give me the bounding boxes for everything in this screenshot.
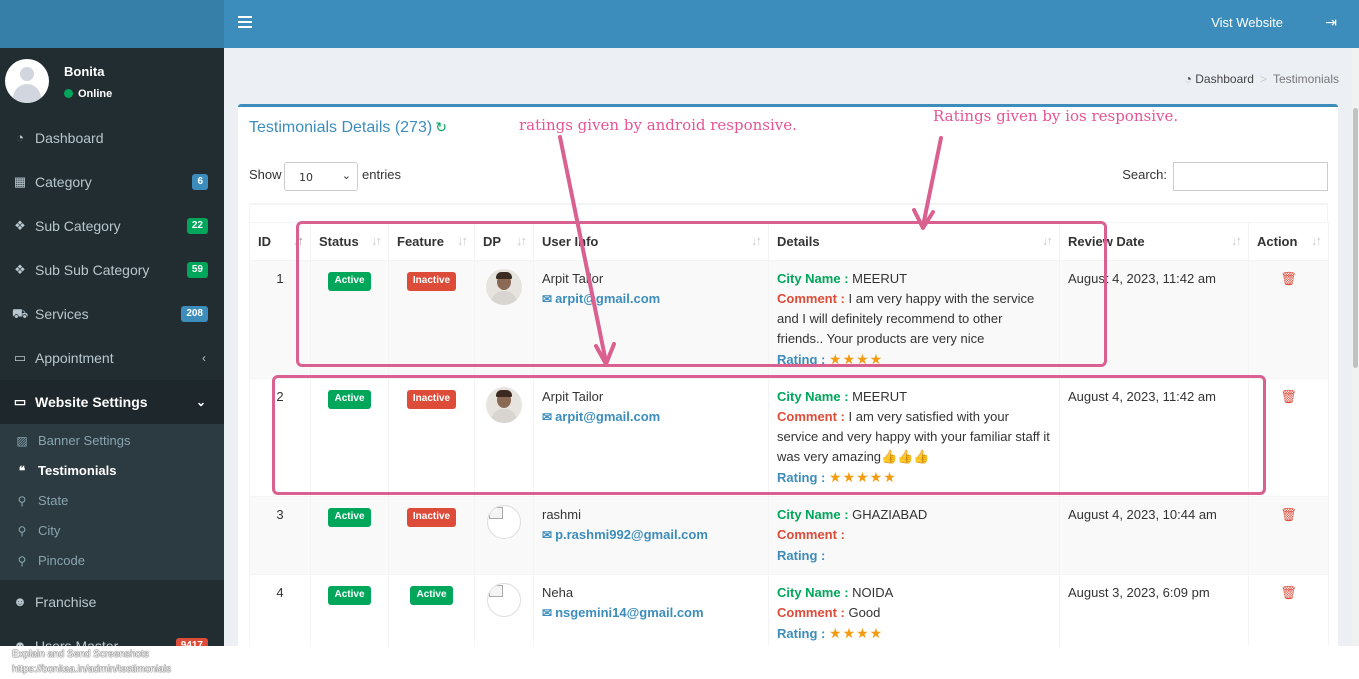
table-row: 3 Active Inactive rashmi ✉ p.rashmi992@gma… <box>249 496 1329 575</box>
laptop-icon: ▭ <box>13 394 27 409</box>
chevron-left-icon: ‹ <box>202 351 206 365</box>
website-settings-submenu: ▨ Banner Settings ❝ Testimonials ⚲ State ⚲ C… <box>0 424 224 580</box>
row-id: 4 <box>249 574 311 646</box>
visit-website-link[interactable]: Vist Website <box>1211 15 1283 30</box>
sidebar-item-users-master[interactable]: ☻ Users Master 9417 <box>0 624 224 646</box>
annotation-highlight-box-row-2 <box>272 375 1266 495</box>
submenu-item-banner-settings[interactable]: ▨ Banner Settings <box>0 426 224 456</box>
search-label: Search: <box>1122 167 1167 182</box>
show-label: Show <box>249 167 282 182</box>
review-date: August 3, 2023, 6:09 pm <box>1059 574 1249 646</box>
user-panel: Bonita Online <box>0 48 224 116</box>
page-scrollbar[interactable] <box>1352 48 1359 646</box>
sidebar-item-appointment[interactable]: ▭ Appointment ‹ <box>0 336 224 380</box>
annotation-highlight-box-row-1 <box>296 221 1107 367</box>
broken-image-icon <box>487 505 521 539</box>
map-marker-icon: ⚲ <box>17 494 27 508</box>
sub-category-count-badge: 22 <box>186 218 208 234</box>
submenu-item-city[interactable]: ⚲ City <box>0 516 224 546</box>
admin-app: Vist Website ⇥ Bonita Online ◔ Dashboard … <box>0 0 1359 646</box>
services-count-badge: 208 <box>181 306 208 322</box>
sub-sub-category-count-badge: 59 <box>186 262 208 278</box>
search-input[interactable] <box>1173 162 1328 191</box>
users-count-badge: 9417 <box>175 638 208 646</box>
submenu-item-testimonials[interactable]: ❝ Testimonials <box>0 456 224 486</box>
logo-area <box>0 0 224 48</box>
quote-icon: ❝ <box>18 464 26 478</box>
status-badge[interactable]: Active <box>328 586 371 605</box>
footer-caption: Explain and Send Screenshots <box>12 649 149 660</box>
top-navbar: Vist Website ⇥ <box>224 0 1359 48</box>
chevron-down-icon: ⌄ <box>195 395 206 409</box>
sidebar-item-sub-category[interactable]: ❖ Sub Category 22 <box>0 204 224 248</box>
map-marker-icon: ⚲ <box>17 554 27 568</box>
cart-icon: ⛟ <box>11 306 29 321</box>
sidebar-item-franchise[interactable]: ☻ Franchise <box>0 580 224 624</box>
sort-icon: ↓↑ <box>1231 233 1242 248</box>
column-header-action[interactable]: Action ↓↑ <box>1248 222 1329 261</box>
review-date: August 4, 2023, 10:44 am <box>1059 496 1249 575</box>
sort-icon: ↓↑ <box>1311 233 1322 248</box>
sidebar-item-services[interactable]: ⛟ Services 208 <box>0 292 224 336</box>
envelope-icon: ✉ <box>542 606 553 620</box>
laptop-icon: ▭ <box>13 350 27 365</box>
entries-label: entries <box>362 167 402 182</box>
sign-out-icon[interactable]: ⇥ <box>1325 15 1337 31</box>
delete-icon[interactable]: 🗑 <box>1280 271 1297 286</box>
delete-icon[interactable]: 🗑 <box>1280 389 1297 404</box>
delete-icon[interactable]: 🗑 <box>1280 585 1297 600</box>
sidebar-item-dashboard[interactable]: ◔ Dashboard <box>0 116 224 160</box>
user-name: Bonita <box>64 64 105 79</box>
sidebar-item-sub-sub-category[interactable]: ❖ Sub Sub Category 59 <box>0 248 224 292</box>
breadcrumb-home-link[interactable]: Dashboard <box>1195 72 1254 86</box>
dashboard-icon: ◔ <box>1184 72 1196 86</box>
city-value: NOIDA <box>852 585 894 600</box>
category-count-badge: 6 <box>192 174 208 190</box>
footer-url: https://bonitaa.in/admin/testimonials <box>12 664 171 675</box>
map-marker-icon: ⚲ <box>17 524 27 538</box>
online-dot-icon <box>64 89 73 98</box>
broken-image-icon <box>487 583 521 617</box>
sidebar-item-website-settings[interactable]: ▭ Website Settings ⌄ <box>0 380 224 424</box>
grid-icon: ▦ <box>13 174 27 189</box>
breadcrumb: ◔ Dashboard > Testimonials <box>1184 72 1339 86</box>
user-name: Neha <box>542 585 574 600</box>
delete-icon[interactable]: 🗑 <box>1280 507 1297 522</box>
user-email: ✉ nsgemini14@gmail.com <box>542 605 704 620</box>
comment-value: Good <box>848 605 881 620</box>
entries-select[interactable]: 10 ⌄ <box>284 162 358 191</box>
menu-toggle-icon[interactable] <box>238 16 252 30</box>
cubes-icon: ❖ <box>14 262 26 277</box>
image-icon: ▨ <box>16 434 28 448</box>
annotation-android: ratings given by android responsive. <box>519 116 797 134</box>
footer: Explain and Send Screenshots https://bon… <box>0 646 1359 679</box>
cubes-icon: ❖ <box>14 218 26 233</box>
breadcrumb-current: Testimonials <box>1272 72 1339 86</box>
chevron-down-icon: ⌄ <box>341 169 351 182</box>
feature-badge[interactable]: Inactive <box>406 508 457 527</box>
row-id: 3 <box>249 496 311 575</box>
refresh-icon[interactable]: ↻ <box>435 119 447 135</box>
city-value: GHAZIABAD <box>852 507 928 522</box>
envelope-icon: ✉ <box>542 528 553 542</box>
table-row: 4 Active Active Neha ✉ nsgemini14@gmail.co… <box>249 574 1329 646</box>
user-name: rashmi <box>542 507 582 522</box>
submenu-item-state[interactable]: ⚲ State <box>0 486 224 516</box>
users-icon: ☻ <box>13 594 27 609</box>
rating-stars: ★★★★ <box>829 625 884 641</box>
page-title: Testimonials Details (273) ↻ <box>249 119 447 136</box>
annotation-ios: Ratings given by ios responsive. <box>931 107 1181 125</box>
status-badge[interactable]: Active <box>328 508 371 527</box>
user-email: ✉ p.rashmi992@gmail.com <box>542 527 708 542</box>
avatar <box>5 59 49 103</box>
dashboard-icon: ◔ <box>16 130 24 145</box>
user-status: Online <box>64 88 112 100</box>
feature-badge[interactable]: Active <box>410 586 453 605</box>
submenu-item-pincode[interactable]: ⚲ Pincode <box>0 546 224 576</box>
sidebar: Bonita Online ◔ Dashboard ▦ Category 6 ❖ Sub… <box>0 48 224 646</box>
sidebar-item-category[interactable]: ▦ Category 6 <box>0 160 224 204</box>
users-icon: ☻ <box>13 638 27 646</box>
